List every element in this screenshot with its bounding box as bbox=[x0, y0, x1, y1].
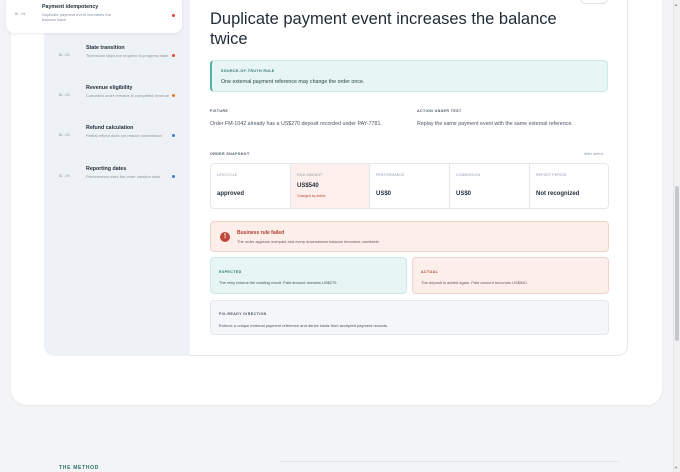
snapshot-cell-lifecycle: LIFECYCLE approved bbox=[211, 164, 291, 208]
cell-value: Not recognized bbox=[536, 191, 580, 197]
method-section-label: THE METHOD bbox=[59, 465, 100, 471]
rule-code: BL-03 bbox=[59, 94, 70, 98]
rule-code: BL-02 bbox=[59, 54, 70, 58]
fix-label: FIX-READY DIRECTION bbox=[219, 312, 267, 316]
fixture-text: Order FM-1042 already has a US$270 depos… bbox=[210, 121, 382, 127]
cell-label: COMMISSION bbox=[456, 173, 481, 177]
expected-text: The retry returns the existing result. P… bbox=[219, 280, 338, 285]
severity-dot bbox=[172, 134, 175, 137]
order-snapshot-table: LIFECYCLE approved PAID AMOUNT US$540 Ch… bbox=[210, 163, 609, 209]
action-label: ACTION UNDER TEST bbox=[417, 109, 462, 113]
rule-title: State transition bbox=[86, 45, 125, 51]
expected-label: EXPECTED bbox=[219, 270, 242, 274]
cell-value: approved bbox=[217, 191, 245, 197]
rule-item-bl-05[interactable]: BL-05 Reporting dates Performance uses t… bbox=[44, 163, 190, 193]
cell-label: PERFORMANCE bbox=[376, 173, 405, 177]
cell-label: LIFECYCLE bbox=[217, 173, 238, 177]
snapshot-label: ORDER SNAPSHOT bbox=[210, 152, 250, 156]
rule-title: Revenue eligibility bbox=[86, 85, 133, 91]
after-defect-label: After defect bbox=[584, 152, 604, 156]
severity-dot bbox=[172, 14, 175, 17]
cell-label: PAID AMOUNT bbox=[297, 173, 323, 177]
fix-text: Enforce a unique external payment refere… bbox=[219, 323, 388, 328]
alert-icon: ! bbox=[220, 232, 230, 242]
actual-box: ACTUAL The deposit is added again. Paid … bbox=[412, 257, 609, 294]
expected-box: EXPECTED The retry returns the existing … bbox=[210, 257, 407, 294]
source-of-truth-text: One external payment reference may chang… bbox=[221, 79, 365, 85]
rule-item-bl-04[interactable]: BL-04 Refund calculation Partial refund … bbox=[44, 122, 190, 152]
actual-label: ACTUAL bbox=[421, 270, 439, 274]
action-text: Replay the same payment event with the s… bbox=[417, 121, 573, 127]
snapshot-cell-report-period: REPORT PERIOD Not recognized bbox=[530, 164, 608, 208]
source-of-truth-label: SOURCE-OF-TRUTH RULE bbox=[221, 69, 275, 73]
rule-title: Payment idempotency bbox=[42, 4, 99, 10]
rule-title: Reporting dates bbox=[86, 166, 127, 172]
cell-value: US$540 bbox=[297, 183, 319, 189]
failure-alert: ! Business rule failed The order appears… bbox=[210, 221, 609, 252]
failure-title: Business rule failed bbox=[237, 230, 285, 236]
snapshot-cell-performance: PERFORMANCE US$0 bbox=[370, 164, 450, 208]
cell-value: US$0 bbox=[456, 191, 472, 197]
rule-item-bl-03[interactable]: BL-03 Revenue eligibility Cancelled orde… bbox=[44, 82, 190, 112]
rule-item-bl-01[interactable]: BL-01 Payment idempotency Duplicate paym… bbox=[6, 0, 182, 33]
section-divider bbox=[279, 461, 619, 462]
panel-action-button[interactable] bbox=[580, 0, 608, 4]
rule-code: BL-04 bbox=[59, 134, 70, 138]
source-of-truth-callout: SOURCE-OF-TRUTH RULE One external paymen… bbox=[210, 60, 608, 92]
rule-description: Cancelled order remains in completed rev… bbox=[86, 93, 169, 98]
scrollbar-thumb[interactable] bbox=[675, 186, 679, 341]
snapshot-cell-paid-amount: PAID AMOUNT US$540 Changed by defect bbox=[291, 164, 370, 208]
failure-text: The order appears overpaid and every dow… bbox=[237, 239, 380, 244]
cell-label: REPORT PERIOD bbox=[536, 173, 567, 177]
severity-dot bbox=[172, 54, 175, 57]
rule-description: Partial refund does not reduce commissio… bbox=[86, 133, 162, 138]
actual-text: The deposit is added again. Paid amount … bbox=[421, 280, 528, 285]
scroll-down-arrow-icon[interactable]: ▼ bbox=[674, 465, 678, 470]
page-title: Duplicate payment event increases the ba… bbox=[210, 10, 557, 48]
rule-description: Duplicate payment event increases the ba… bbox=[42, 12, 111, 23]
rule-item-bl-02[interactable]: BL-02 State transition Technician skips … bbox=[44, 42, 190, 72]
fixture-label: FIXTURE bbox=[210, 109, 229, 113]
rule-description: Technician skips the required in-progres… bbox=[86, 53, 169, 58]
snapshot-cell-commission: COMMISSION US$0 bbox=[450, 164, 530, 208]
severity-dot bbox=[172, 94, 175, 97]
fix-direction-box: FIX-READY DIRECTION Enforce a unique ext… bbox=[210, 300, 609, 335]
rule-code: BL-01 bbox=[15, 13, 26, 17]
rule-title: Refund calculation bbox=[86, 125, 134, 131]
rule-code: BL-05 bbox=[59, 175, 70, 179]
scroll-up-arrow-icon[interactable]: ▲ bbox=[674, 2, 678, 7]
severity-dot bbox=[172, 175, 175, 178]
rule-description: Performance uses the order creation date bbox=[86, 174, 160, 179]
changed-note: Changed by defect bbox=[297, 194, 326, 198]
cell-value: US$0 bbox=[376, 191, 392, 197]
